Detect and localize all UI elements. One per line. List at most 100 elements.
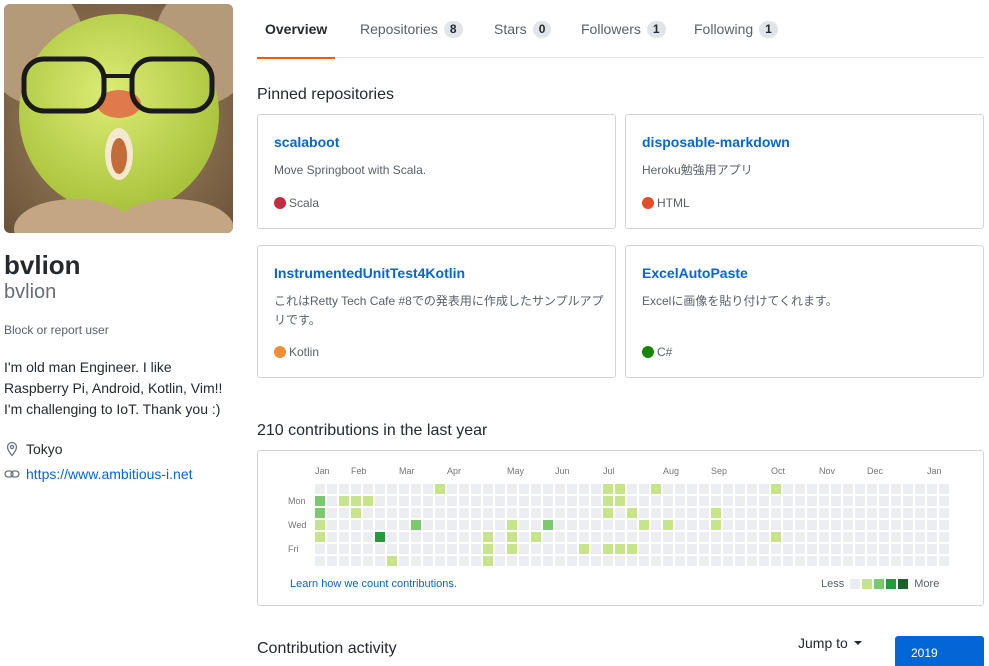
contribution-day[interactable] [339,484,349,494]
contribution-day[interactable] [375,484,385,494]
contribution-day[interactable] [399,544,409,554]
contribution-day[interactable] [543,508,553,518]
contribution-day[interactable] [519,508,529,518]
contribution-day[interactable] [867,508,877,518]
contribution-day[interactable] [879,484,889,494]
contribution-day[interactable] [327,508,337,518]
contribution-day[interactable] [351,544,361,554]
contribution-day[interactable] [903,496,913,506]
contribution-day[interactable] [783,532,793,542]
contribution-day[interactable] [363,556,373,566]
contribution-day[interactable] [687,544,697,554]
contribution-day[interactable] [771,508,781,518]
contribution-day[interactable] [495,496,505,506]
contribution-day[interactable] [795,520,805,530]
contribution-day[interactable] [747,556,757,566]
contribution-day[interactable] [699,556,709,566]
contribution-day[interactable] [615,496,625,506]
contribution-day[interactable] [819,532,829,542]
contribution-day[interactable] [687,496,697,506]
contribution-day[interactable] [723,556,733,566]
contribution-day[interactable] [879,496,889,506]
contribution-day[interactable] [447,532,457,542]
contribution-day[interactable] [675,544,685,554]
contribution-day[interactable] [447,508,457,518]
contribution-day[interactable] [615,520,625,530]
contribution-day[interactable] [411,484,421,494]
contribution-day[interactable] [471,532,481,542]
contribution-day[interactable] [867,496,877,506]
contribution-day[interactable] [735,520,745,530]
contribution-day[interactable] [747,532,757,542]
contribution-day[interactable] [531,556,541,566]
contribution-day[interactable] [531,544,541,554]
contribution-day[interactable] [855,508,865,518]
contribution-day[interactable] [723,544,733,554]
contribution-day[interactable] [747,520,757,530]
contribution-day[interactable] [423,532,433,542]
contribution-day[interactable] [351,508,361,518]
contribution-day[interactable] [831,532,841,542]
contribution-day[interactable] [567,532,577,542]
contribution-day[interactable] [639,544,649,554]
contribution-day[interactable] [915,520,925,530]
contribution-day[interactable] [699,496,709,506]
contribution-day[interactable] [795,496,805,506]
contribution-day[interactable] [495,532,505,542]
contribution-day[interactable] [327,544,337,554]
contribution-day[interactable] [939,496,949,506]
contribution-day[interactable] [519,496,529,506]
contribution-day[interactable] [915,508,925,518]
contribution-day[interactable] [843,520,853,530]
contribution-day[interactable] [411,556,421,566]
contribution-day[interactable] [747,544,757,554]
contribution-day[interactable] [735,508,745,518]
contribution-day[interactable] [711,520,721,530]
contribution-day[interactable] [375,496,385,506]
contribution-day[interactable] [555,508,565,518]
contribution-day[interactable] [651,484,661,494]
contribution-day[interactable] [567,520,577,530]
contribution-day[interactable] [339,520,349,530]
repo-name-link[interactable]: ExcelAutoPaste [642,265,748,281]
contribution-day[interactable] [843,544,853,554]
contribution-day[interactable] [639,496,649,506]
contribution-day[interactable] [531,520,541,530]
contribution-day[interactable] [879,520,889,530]
contribution-day[interactable] [807,520,817,530]
contribution-day[interactable] [399,532,409,542]
contribution-day[interactable] [435,496,445,506]
contribution-day[interactable] [579,484,589,494]
contribution-day[interactable] [867,556,877,566]
contribution-day[interactable] [855,544,865,554]
contribution-day[interactable] [543,544,553,554]
contribution-day[interactable] [663,544,673,554]
contribution-day[interactable] [831,544,841,554]
contribution-day[interactable] [615,556,625,566]
jump-to-dropdown[interactable]: Jump to [798,635,862,651]
contribution-day[interactable] [591,532,601,542]
contribution-day[interactable] [651,496,661,506]
contribution-day[interactable] [747,496,757,506]
tab-overview[interactable]: Overview [256,0,336,59]
block-report-link[interactable]: Block or report user [4,323,109,337]
contribution-day[interactable] [495,484,505,494]
contribution-day[interactable] [615,508,625,518]
contribution-day[interactable] [327,484,337,494]
contribution-day[interactable] [363,484,373,494]
contribution-day[interactable] [675,484,685,494]
contribution-day[interactable] [363,532,373,542]
contribution-day[interactable] [651,544,661,554]
contribution-day[interactable] [483,508,493,518]
contribution-day[interactable] [615,484,625,494]
contribution-day[interactable] [543,532,553,542]
contribution-day[interactable] [927,520,937,530]
contribution-day[interactable] [387,484,397,494]
contribution-day[interactable] [315,556,325,566]
contribution-day[interactable] [687,556,697,566]
contribution-day[interactable] [627,496,637,506]
tab-followers[interactable]: Followers 1 [581,0,666,58]
contribution-day[interactable] [795,556,805,566]
contribution-day[interactable] [555,520,565,530]
contribution-day[interactable] [735,496,745,506]
